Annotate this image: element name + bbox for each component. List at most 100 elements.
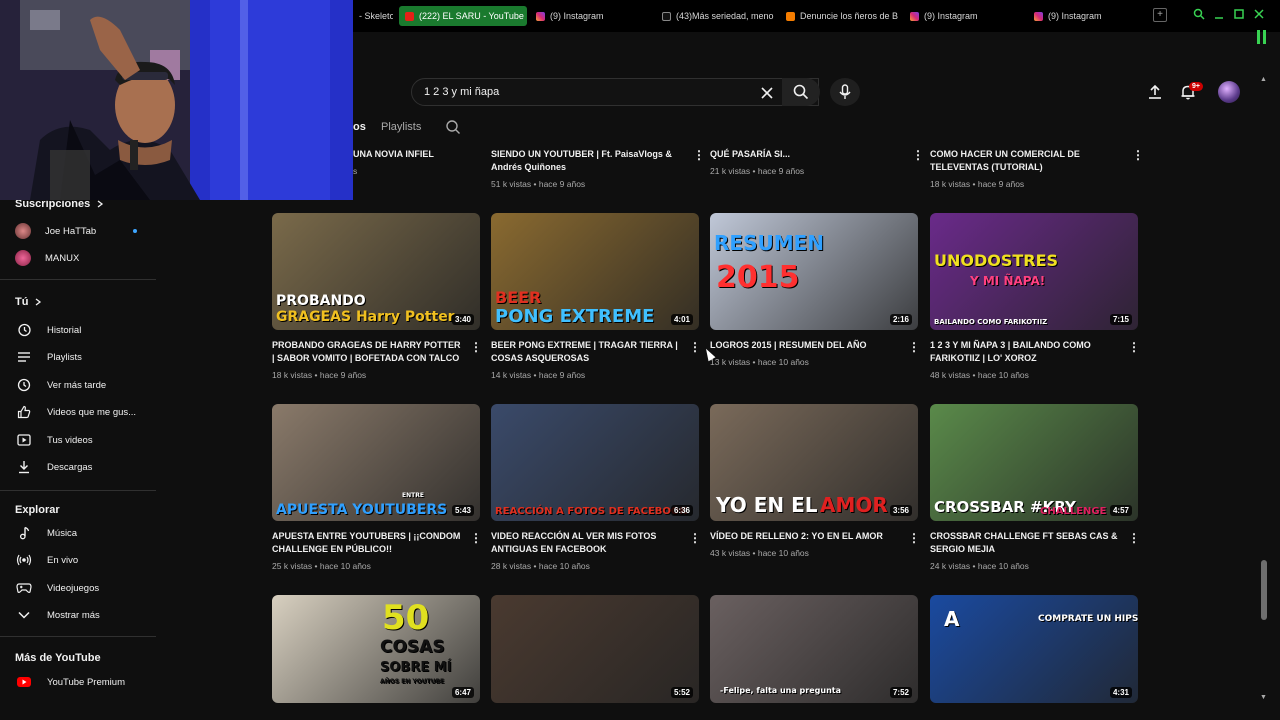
upload-icon xyxy=(1149,84,1161,99)
browser-tab[interactable]: (43)Más seriedad, meno xyxy=(656,6,776,26)
video-title[interactable]: LOGROS 2015 | RESUMEN DEL AÑO xyxy=(710,339,902,352)
search-input[interactable]: 1 2 3 y mi ñapa xyxy=(411,78,819,106)
video-icon xyxy=(17,434,31,446)
video-thumbnail[interactable]: 50 COSAS SOBRE MÍ AÑOS EN YOUTUBE 6:47 xyxy=(272,595,480,703)
tab-videos-partial[interactable]: os xyxy=(353,121,366,133)
tab-playlists[interactable]: Playlists xyxy=(381,121,421,133)
browser-tab[interactable]: - Skeleto xyxy=(353,6,393,26)
more-options-icon[interactable]: ⋮ xyxy=(1132,148,1144,162)
search-button[interactable] xyxy=(782,78,820,106)
channel-search-icon[interactable] xyxy=(445,119,461,135)
more-options-icon[interactable]: ⋮ xyxy=(1128,531,1140,545)
video-card[interactable]: 50 COSAS SOBRE MÍ AÑOS EN YOUTUBE 6:47 xyxy=(272,595,482,703)
scroll-up-arrow-icon[interactable]: ▲ xyxy=(1260,76,1267,83)
more-options-icon[interactable]: ⋮ xyxy=(689,340,701,354)
video-thumbnail[interactable]: PROBANDO GRAGEAS Harry Potter 3:40 xyxy=(272,213,480,330)
more-options-icon[interactable]: ⋮ xyxy=(470,340,482,354)
sidebar-item-youtube-premium[interactable]: YouTube Premium xyxy=(15,671,155,693)
video-title[interactable]: BEER PONG EXTREME | TRAGAR TIERRA | COSA… xyxy=(491,339,683,365)
thumbnail-text: 2015 xyxy=(716,260,800,295)
upload-button[interactable] xyxy=(1145,82,1165,102)
video-thumbnail[interactable]: YO EN EL AMOR 3:56 xyxy=(710,404,918,521)
sidebar-item-historial[interactable]: Historial xyxy=(15,319,155,341)
sidebar-channel-joe-hattab[interactable]: Joe HaTTab xyxy=(15,220,155,242)
video-title[interactable]: PROBANDO GRAGEAS DE HARRY POTTER | SABOR… xyxy=(272,339,464,365)
video-card-partial[interactable]: COMO HACER UN COMERCIAL DE TELEVENTAS (T… xyxy=(930,146,1144,192)
video-thumbnail[interactable]: -Felipe, falta una pregunta 7:52 xyxy=(710,595,918,703)
video-card[interactable]: A COMPRATE UN HIPSTER 4:31 xyxy=(930,595,1140,703)
sidebar-item-en-vivo[interactable]: En vivo xyxy=(15,549,155,571)
browser-tab[interactable]: (9) Instagram xyxy=(904,6,1022,26)
sidebar-item-descargas[interactable]: Descargas xyxy=(15,456,155,478)
more-options-icon[interactable]: ⋮ xyxy=(1128,340,1140,354)
page-scrollbar-thumb[interactable] xyxy=(1261,560,1267,620)
sidebar-item-mostrar-mas[interactable]: Mostrar más xyxy=(15,604,155,626)
browser-tab[interactable]: Denuncie los ñeros de B xyxy=(780,6,898,26)
sidebar-item-ver-mas-tarde[interactable]: Ver más tarde xyxy=(15,374,155,396)
tab-label: Denuncie los ñeros de B xyxy=(800,11,898,21)
video-card[interactable]: -Felipe, falta una pregunta 7:52 xyxy=(710,595,920,703)
sidebar-item-liked-videos[interactable]: Videos que me gus... xyxy=(15,401,155,423)
more-options-icon[interactable]: ⋮ xyxy=(908,340,920,354)
video-card[interactable]: REACCIÓN A FOTOS DE FACEBOOK 6:36 VIDEO RE… xyxy=(491,404,701,584)
video-thumbnail[interactable]: A COMPRATE UN HIPSTER 4:31 xyxy=(930,595,1138,703)
new-tab-button[interactable]: + xyxy=(1153,8,1167,22)
video-card-partial[interactable]: QUÉ PASARÍA SI... 21 k vistas • hace 9 añ… xyxy=(710,146,924,192)
more-options-icon[interactable]: ⋮ xyxy=(693,148,705,162)
maximize-icon[interactable] xyxy=(1233,8,1245,20)
video-card[interactable]: BEER PONG EXTREME 4:01 BEER PONG EXTREME | … xyxy=(491,213,701,393)
sidebar-item-label: Mostrar más xyxy=(47,609,100,621)
video-title[interactable]: SIENDO UN YOUTUBER | Ft. PaisaVlogs & An… xyxy=(491,148,683,174)
video-title[interactable]: APUESTA ENTRE YOUTUBERS | ¡¡CONDOM CHALL… xyxy=(272,530,464,556)
sidebar-item-tus-videos[interactable]: Tus videos xyxy=(15,429,155,451)
duration-badge: 7:15 xyxy=(1109,314,1132,325)
sidebar-item-videojuegos[interactable]: Videojuegos xyxy=(15,577,155,599)
voice-search-button[interactable] xyxy=(830,78,860,106)
video-title[interactable]: VIDEO REACCIÓN AL VER MIS FOTOS ANTIGUAS… xyxy=(491,530,683,556)
video-card[interactable]: YO EN EL AMOR 3:56 VÍDEO DE RELLENO 2: YO E… xyxy=(710,404,920,584)
more-options-icon[interactable]: ⋮ xyxy=(689,531,701,545)
video-thumbnail[interactable]: REACCIÓN A FOTOS DE FACEBOOK 6:36 xyxy=(491,404,699,521)
browser-tab[interactable]: (9) Instagram xyxy=(1028,6,1146,26)
video-thumbnail[interactable]: RESUMEN 2015 2:16 xyxy=(710,213,918,330)
scroll-down-arrow-icon[interactable]: ▼ xyxy=(1260,694,1267,701)
video-card[interactable]: UNODOSTRES Y MI ÑAPA! BAILANDO COMO FARIKO… xyxy=(930,213,1140,393)
video-title[interactable]: QUÉ PASARÍA SI... xyxy=(710,148,902,161)
video-card[interactable]: RESUMEN 2015 2:16 LOGROS 2015 | RESUMEN DEL… xyxy=(710,213,920,393)
video-thumbnail[interactable]: ENTRE APUESTA YOUTUBERS 5:43 xyxy=(272,404,480,521)
more-options-icon[interactable]: ⋮ xyxy=(470,531,482,545)
sidebar-item-musica[interactable]: Música xyxy=(15,522,155,544)
video-card-partial[interactable]: SIENDO UN YOUTUBER | Ft. PaisaVlogs & An… xyxy=(491,146,705,192)
browser-tab[interactable]: (9) Instagram xyxy=(530,6,650,26)
divider xyxy=(0,636,156,637)
more-options-icon[interactable]: ⋮ xyxy=(912,148,924,162)
video-card[interactable]: PROBANDO GRAGEAS Harry Potter 3:40 PROBANDO… xyxy=(272,213,482,393)
notification-count-badge: 9+ xyxy=(1189,82,1203,91)
avatar[interactable] xyxy=(1218,81,1240,103)
video-card[interactable]: 5:52 xyxy=(491,595,701,703)
duration-badge: 4:31 xyxy=(1109,687,1132,698)
video-thumbnail[interactable]: 5:52 xyxy=(491,595,699,703)
video-title[interactable]: VÍDEO DE RELLENO 2: YO EN EL AMOR xyxy=(710,530,902,543)
video-title[interactable]: 1 2 3 Y MI ÑAPA 3 | BAILANDO COMO FARIKO… xyxy=(930,339,1122,365)
video-meta: 43 k vistas • hace 10 años xyxy=(710,548,809,558)
search-tabs-icon[interactable] xyxy=(1193,8,1205,20)
video-title[interactable]: COMO HACER UN COMERCIAL DE TELEVENTAS (T… xyxy=(930,148,1122,174)
minimize-icon[interactable] xyxy=(1213,8,1225,20)
video-thumbnail[interactable]: CROSSBAR #KRY CHALLENGE 4:57 xyxy=(930,404,1138,521)
sidebar-channel-manux[interactable]: MANUX xyxy=(15,247,155,269)
video-thumbnail[interactable]: UNODOSTRES Y MI ÑAPA! BAILANDO COMO FARIKO… xyxy=(930,213,1138,330)
video-title[interactable]: CROSSBAR CHALLENGE FT SEBAS CAS & SERGIO… xyxy=(930,530,1122,556)
you-section-header[interactable]: Tú xyxy=(15,296,42,308)
sidebar-item-playlists[interactable]: Playlists xyxy=(15,346,155,368)
video-card[interactable]: CROSSBAR #KRY CHALLENGE 4:57 CROSSBAR CHALL… xyxy=(930,404,1140,584)
video-card[interactable]: ENTRE APUESTA YOUTUBERS 5:43 APUESTA ENTRE … xyxy=(272,404,482,584)
browser-tab-active[interactable]: (222) EL SARU - YouTube xyxy=(399,6,527,26)
thumbnail-text: CHALLENGE xyxy=(1040,506,1107,517)
more-options-icon[interactable]: ⋮ xyxy=(908,531,920,545)
sidebar: Suscripciones Joe HaTTab MANUX Tú Histor… xyxy=(0,198,160,720)
video-thumbnail[interactable]: BEER PONG EXTREME 4:01 xyxy=(491,213,699,330)
clear-icon[interactable] xyxy=(760,86,774,100)
thumb-up-icon xyxy=(17,405,31,419)
close-window-icon[interactable] xyxy=(1253,8,1265,20)
